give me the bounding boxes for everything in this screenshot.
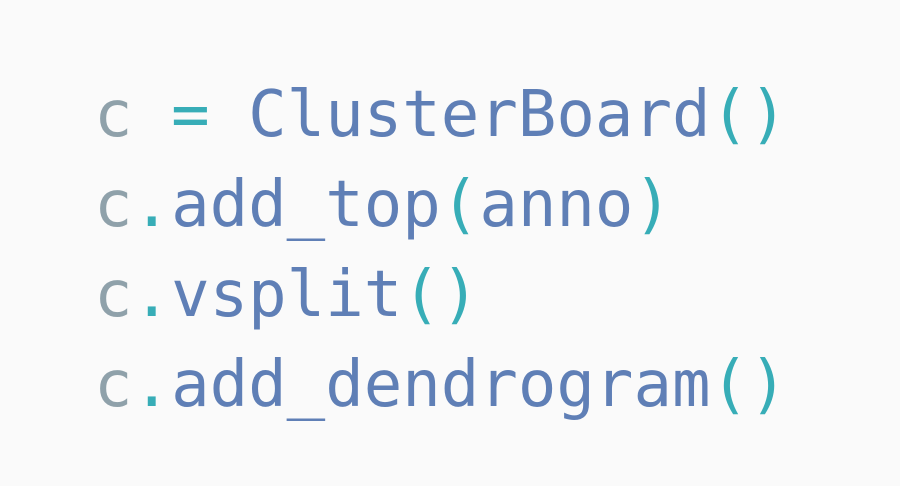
- code-line-3: c.vsplit(): [94, 250, 788, 340]
- code-line-1: c = ClusterBoard(): [94, 70, 788, 160]
- token-close-paren: ): [440, 258, 480, 332]
- token-variable: c: [94, 78, 133, 152]
- token-operator: .: [132, 348, 172, 422]
- token-operator: .: [132, 258, 172, 332]
- token-identifier: vsplit: [171, 258, 403, 332]
- token-variable: c: [94, 348, 133, 422]
- token-close-paren: ): [749, 78, 788, 152]
- token-operator: .: [132, 168, 172, 242]
- token-variable: c: [94, 168, 133, 242]
- code-line-2: c.add_top(anno): [94, 160, 788, 250]
- token-identifier: add_dendrogram: [171, 348, 711, 422]
- code-block: c = ClusterBoard() c.add_top(anno) c.vspli…: [94, 70, 788, 430]
- token-close-paren: ): [633, 168, 672, 242]
- code-line-4: c.add_dendrogram(): [94, 340, 788, 430]
- token-variable: c: [94, 258, 133, 332]
- token-argument: anno: [479, 168, 634, 242]
- token-open-paren: (: [402, 258, 441, 332]
- token-identifier: add_top: [171, 168, 441, 242]
- token-close-paren: ): [749, 348, 788, 422]
- token-operator: =: [132, 78, 249, 152]
- token-open-paren: (: [710, 78, 750, 152]
- token-open-paren: (: [710, 348, 750, 422]
- token-identifier: ClusterBoard: [248, 78, 711, 152]
- token-open-paren: (: [440, 168, 480, 242]
- code-panel: c = ClusterBoard() c.add_top(anno) c.vspli…: [0, 0, 900, 486]
